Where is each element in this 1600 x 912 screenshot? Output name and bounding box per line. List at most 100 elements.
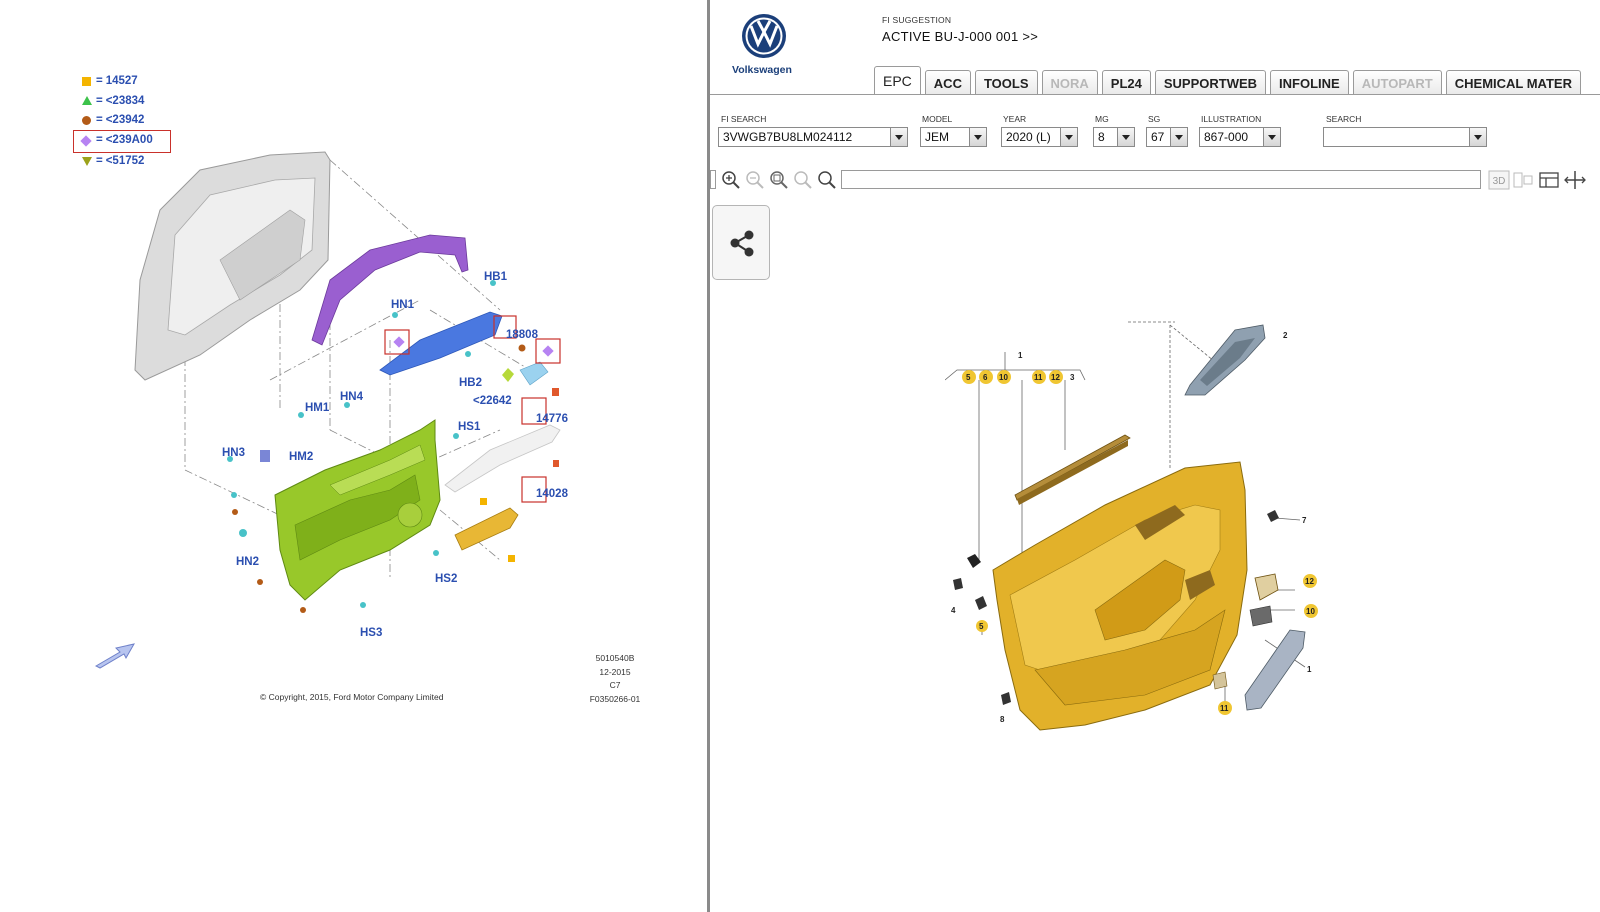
toolbar-edge [710,170,716,189]
legend-text: <23834 [105,94,145,107]
tab-tools[interactable]: TOOLS [974,70,1038,95]
model-value: JEM [925,130,949,144]
door-trim-panel [274,419,441,601]
layout-icon[interactable] [1538,169,1560,191]
callout-hs3: HS3 [360,627,382,639]
copyright-text: © Copyright, 2015, Ford Motor Company Li… [260,692,444,702]
chevron-down-icon[interactable] [1469,128,1486,146]
callout-1b: 1 [1307,665,1312,674]
callout-hn3: HN3 [222,447,245,459]
door-frame [134,151,331,381]
fi-suggestion-label: FI SUGGESTION [882,15,952,25]
direction-arrow-icon [94,643,135,669]
zoom-out-icon[interactable] [744,169,766,191]
sg-select[interactable]: 67 [1146,127,1188,147]
zoom-in-icon[interactable] [720,169,742,191]
chevron-down-icon[interactable] [1060,128,1077,146]
mg-select[interactable]: 8 [1093,127,1135,147]
viewer-toolbar: 3D [710,168,1600,192]
callout-4: 4 [951,606,956,615]
vw-logo-icon [742,14,786,58]
zoom-area-icon[interactable] [768,169,790,191]
legend-item: = <23834 [82,92,170,112]
search-select[interactable] [1323,127,1487,147]
callout-14776: 14776 [536,413,568,425]
drawing-meta: 5010540B 12-2015 C7 F0350266-01 [560,652,670,706]
callout-5: 5 [966,373,971,382]
callout-11b: 11 [1220,704,1229,713]
share-icon [730,230,754,257]
tab-nora[interactable]: NORA [1041,70,1098,95]
illustration-value: 867-000 [1204,130,1249,144]
model-select[interactable]: JEM [920,127,987,147]
model-label: MODEL [922,114,953,124]
callout-7: 7 [1302,516,1307,525]
illustration-select[interactable]: 867-000 [1199,127,1281,147]
tab-epc[interactable]: EPC [874,66,921,95]
chevron-down-icon[interactable] [1117,128,1134,146]
fi-search-value: 3VWGB7BU8LM024112 [723,130,853,144]
callout-2: 2 [1283,331,1288,340]
callout-18808: 18808 [506,329,539,341]
callout-6: 6 [983,373,988,382]
callout-hs2: HS2 [435,573,457,585]
toolbar-status-bar [841,170,1481,189]
3d-icon[interactable]: 3D [1488,169,1510,191]
callout-12b: 12 [1305,577,1314,586]
drawing-sheet: C7 [609,680,621,690]
tab-acc[interactable]: ACC [924,70,971,95]
ford-diagram-panel: = 14527 = <23834 = <23942 = <239A00 = <51752 [0,0,707,912]
callout-hm2: HM2 [289,451,313,463]
fi-search-select[interactable]: 3VWGB7BU8LM024112 [718,127,908,147]
brand-name: Volkswagen [732,64,792,76]
fi-search-label: FI SEARCH [721,114,767,124]
callout-3: 3 [1070,373,1075,382]
callout-hm1: HM1 [305,402,330,414]
fi-active-link[interactable]: ACTIVE BU-J-000 001 >> [882,29,1038,44]
legend-item: = <23942 [82,111,170,131]
circle-symbol-icon [82,116,91,125]
tab-infoline[interactable]: INFOLINE [1270,70,1349,95]
callout-8: 8 [1000,715,1005,724]
upper-trim-strip [311,234,469,346]
mg-label: MG [1095,114,1109,124]
tab-bar: EPC ACC TOOLS NORA PL24 SUPPORTWEB INFOL… [874,66,1585,95]
chevron-down-icon[interactable] [1170,128,1187,146]
drawing-code: 5010540B [595,653,635,663]
chevron-down-icon[interactable] [890,128,907,146]
tab-supportweb[interactable]: SUPPORTWEB [1154,70,1267,95]
pan-icon[interactable] [792,169,814,191]
callout-10: 10 [999,373,1008,382]
chevron-down-icon[interactable] [1263,128,1280,146]
3d-label: 3D [1493,176,1506,187]
tab-chemical-mater[interactable]: CHEMICAL MATER [1445,70,1581,95]
drawing-date: 12-2015 [599,666,631,677]
mg-value: 8 [1098,130,1105,144]
illustration-label: ILLUSTRATION [1201,114,1262,124]
drawing-figure: F0350266-01 [589,693,641,704]
fit-icon[interactable] [1564,169,1586,191]
callout-hb1: HB1 [484,271,508,283]
callout-hs1: HS1 [458,421,481,433]
triangle-symbol-icon [82,95,92,105]
sg-value: 67 [1151,130,1165,144]
year-label: YEAR [1003,114,1027,124]
tab-autopart[interactable]: AUTOPART [1352,70,1442,95]
tab-pl24[interactable]: PL24 [1101,70,1151,95]
callout-hn1: HN1 [391,299,415,311]
legend-item: = 14527 [82,72,170,92]
legend-text: <23942 [105,114,145,126]
callout-22642: <22642 [473,395,512,407]
share-button[interactable] [712,205,770,280]
chevron-down-icon[interactable] [969,128,986,146]
split-view-icon[interactable] [1512,169,1534,191]
year-select[interactable]: 2020 (L) [1001,127,1078,147]
callout-hn4: HN4 [340,391,364,403]
vw-epc-panel: Volkswagen FI SUGGESTION ACTIVE BU-J-000… [710,0,1600,912]
year-value: 2020 (L) [1006,130,1051,144]
search-icon[interactable] [816,169,838,191]
callout-10b: 10 [1306,607,1315,616]
callout-hn2: HN2 [236,556,259,568]
tab-underline [710,94,1600,95]
search-label: SEARCH [1326,114,1362,124]
